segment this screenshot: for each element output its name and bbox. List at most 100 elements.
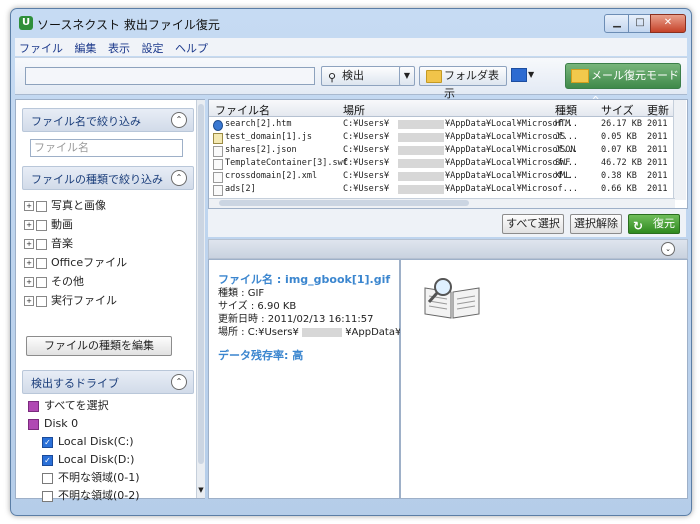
- drive-item-unknown-1[interactable]: 不明な領域(0-1): [42, 470, 140, 486]
- type-item-office[interactable]: + Officeファイル: [24, 255, 127, 271]
- window-title: ソースネクスト 救出ファイル復元: [37, 18, 220, 32]
- scroll-down-icon[interactable]: ▼: [197, 486, 205, 496]
- restore-button[interactable]: ↻ 復元: [628, 214, 680, 234]
- file-list-vscrollbar[interactable]: [673, 100, 686, 200]
- collapse-icon[interactable]: ⌃: [171, 112, 187, 128]
- select-all-button[interactable]: すべて選択: [502, 214, 564, 234]
- table-row[interactable]: ads[2] C:¥Users¥ ¥AppData¥Local¥Microsof..…: [209, 183, 679, 196]
- search-icon: ⚲: [328, 71, 337, 84]
- script-file-icon: [213, 133, 223, 144]
- drive-item-unknown-2[interactable]: 不明な領域(0-2): [42, 488, 140, 504]
- expand-icon[interactable]: +: [24, 220, 34, 230]
- type-item-music[interactable]: + 音楽: [24, 236, 73, 252]
- detect-button[interactable]: ⚲ 検出: [321, 66, 401, 86]
- maximize-button[interactable]: □: [628, 14, 652, 33]
- cell-size: 0.05 KB: [601, 132, 637, 142]
- type-item-video[interactable]: + 動画: [24, 217, 73, 233]
- type-item-other[interactable]: + その他: [24, 274, 84, 290]
- detail-toggle-bar[interactable]: ⌄: [208, 239, 688, 259]
- table-row[interactable]: shares[2].json C:¥Users¥ ¥AppData¥Local¥Mi…: [209, 144, 679, 157]
- column-type[interactable]: 種類: [555, 102, 577, 118]
- scroll-thumb[interactable]: [198, 104, 204, 464]
- checkbox-checked[interactable]: ✓: [42, 454, 53, 466]
- filename-filter-input[interactable]: ファイル名: [30, 139, 183, 157]
- expand-icon[interactable]: +: [24, 239, 34, 249]
- checkbox-checked[interactable]: ✓: [42, 436, 53, 448]
- drive-item-d[interactable]: ✓ Local Disk(D:): [42, 452, 134, 468]
- redacted-block: [302, 327, 342, 337]
- expand-icon[interactable]: ⌄: [661, 242, 675, 256]
- drive-item-c[interactable]: ✓ Local Disk(C:): [42, 434, 134, 450]
- redacted-block: [398, 159, 444, 168]
- toolbar: ⚲ 検出 ▼ フォルダ表示 ▼ メール復元モードへ: [15, 57, 687, 106]
- menu-file[interactable]: ファイル: [15, 38, 67, 58]
- column-size[interactable]: サイズ: [601, 102, 634, 118]
- collapse-icon[interactable]: ⌃: [171, 170, 187, 186]
- cell-type: SWF: [555, 158, 571, 168]
- file-list-hscrollbar[interactable]: [209, 198, 675, 208]
- folder-view-button[interactable]: フォルダ表示: [419, 66, 507, 100]
- detail-location: 場所 : C:¥Users¥ ¥AppData¥L: [218, 327, 407, 339]
- cell-location: C:¥Users¥: [343, 145, 390, 155]
- column-filename[interactable]: ファイル名: [215, 102, 270, 118]
- drive-label: Local Disk(D:): [58, 453, 135, 466]
- title-bar[interactable]: U ソースネクスト 救出ファイル復元 ▁ □ ✕: [11, 9, 691, 37]
- table-row[interactable]: test_domain[1].js C:¥Users¥ ¥AppData¥Local…: [209, 131, 679, 144]
- cell-size: 0.07 KB: [601, 145, 637, 155]
- mail-restore-mode-button[interactable]: メール復元モードへ: [565, 63, 681, 106]
- column-location[interactable]: 場所: [343, 102, 365, 118]
- detect-dropdown-button[interactable]: ▼: [399, 66, 415, 86]
- column-modified[interactable]: 更新: [647, 102, 669, 118]
- expand-icon[interactable]: +: [24, 296, 34, 306]
- checkbox[interactable]: [36, 200, 47, 212]
- type-item-executable[interactable]: + 実行ファイル: [24, 293, 117, 309]
- checkbox[interactable]: [36, 295, 47, 307]
- drive-section-header[interactable]: 検出するドライブ ⌃: [22, 370, 194, 394]
- cell-filename: test_domain[1].js: [225, 132, 312, 142]
- type-filter-header[interactable]: ファイルの種類で絞り込み ⌃: [22, 166, 194, 190]
- checkbox[interactable]: [42, 472, 53, 484]
- table-row[interactable]: crossdomain[2].xml C:¥Users¥ ¥AppData¥Loca…: [209, 170, 679, 183]
- checkbox[interactable]: [36, 219, 47, 231]
- cell-modified: 2011: [647, 132, 668, 142]
- checkbox[interactable]: [28, 418, 39, 430]
- table-row[interactable]: search[2].htm C:¥Users¥ ¥AppData¥Local¥Mic…: [209, 118, 679, 131]
- scroll-thumb[interactable]: [219, 200, 469, 206]
- drive-label: Local Disk(C:): [58, 435, 134, 448]
- path-input[interactable]: [25, 67, 315, 85]
- checkbox[interactable]: [42, 490, 53, 502]
- checkbox[interactable]: [36, 238, 47, 250]
- cell-filename: TemplateContainer[3].swf: [225, 158, 348, 168]
- left-scrollbar[interactable]: ▼: [196, 100, 205, 498]
- menu-help[interactable]: ヘルプ: [171, 38, 212, 58]
- filename-filter-header[interactable]: ファイル名で絞り込み ⌃: [22, 108, 194, 132]
- web-file-icon: [213, 120, 223, 131]
- type-item-images[interactable]: + 写真と画像: [24, 198, 106, 214]
- close-button[interactable]: ✕: [650, 14, 686, 33]
- cell-type: XML: [555, 171, 571, 181]
- menu-view[interactable]: 表示: [104, 38, 134, 58]
- action-bar: すべて選択 選択解除 ↻ 復元: [208, 209, 686, 237]
- disk-0-item[interactable]: Disk 0: [28, 416, 78, 432]
- menu-bar: ファイル 編集 表示 設定 ヘルプ: [15, 38, 687, 56]
- deselect-button[interactable]: 選択解除: [570, 214, 622, 234]
- preview-panel: [400, 259, 688, 499]
- menu-edit[interactable]: 編集: [71, 38, 101, 58]
- redacted-block: [398, 133, 444, 142]
- checkbox[interactable]: [28, 400, 39, 412]
- expand-icon[interactable]: +: [24, 201, 34, 211]
- cell-type: JS: [555, 132, 566, 142]
- drive-label: 不明な領域(0-1): [58, 471, 140, 484]
- minimize-button[interactable]: ▁: [604, 14, 630, 33]
- select-all-drives[interactable]: すべてを選択: [28, 398, 109, 414]
- table-row[interactable]: TemplateContainer[3].swf C:¥Users¥ ¥AppDat…: [209, 157, 679, 170]
- checkbox[interactable]: [36, 257, 47, 269]
- edit-types-button[interactable]: ファイルの種類を編集: [26, 336, 172, 356]
- expand-icon[interactable]: +: [24, 277, 34, 287]
- expand-icon[interactable]: +: [24, 258, 34, 268]
- type-label: 実行ファイル: [51, 294, 117, 307]
- menu-settings[interactable]: 設定: [138, 38, 168, 58]
- view-mode-button[interactable]: ▼: [509, 66, 535, 84]
- collapse-icon[interactable]: ⌃: [171, 374, 187, 390]
- checkbox[interactable]: [36, 276, 47, 288]
